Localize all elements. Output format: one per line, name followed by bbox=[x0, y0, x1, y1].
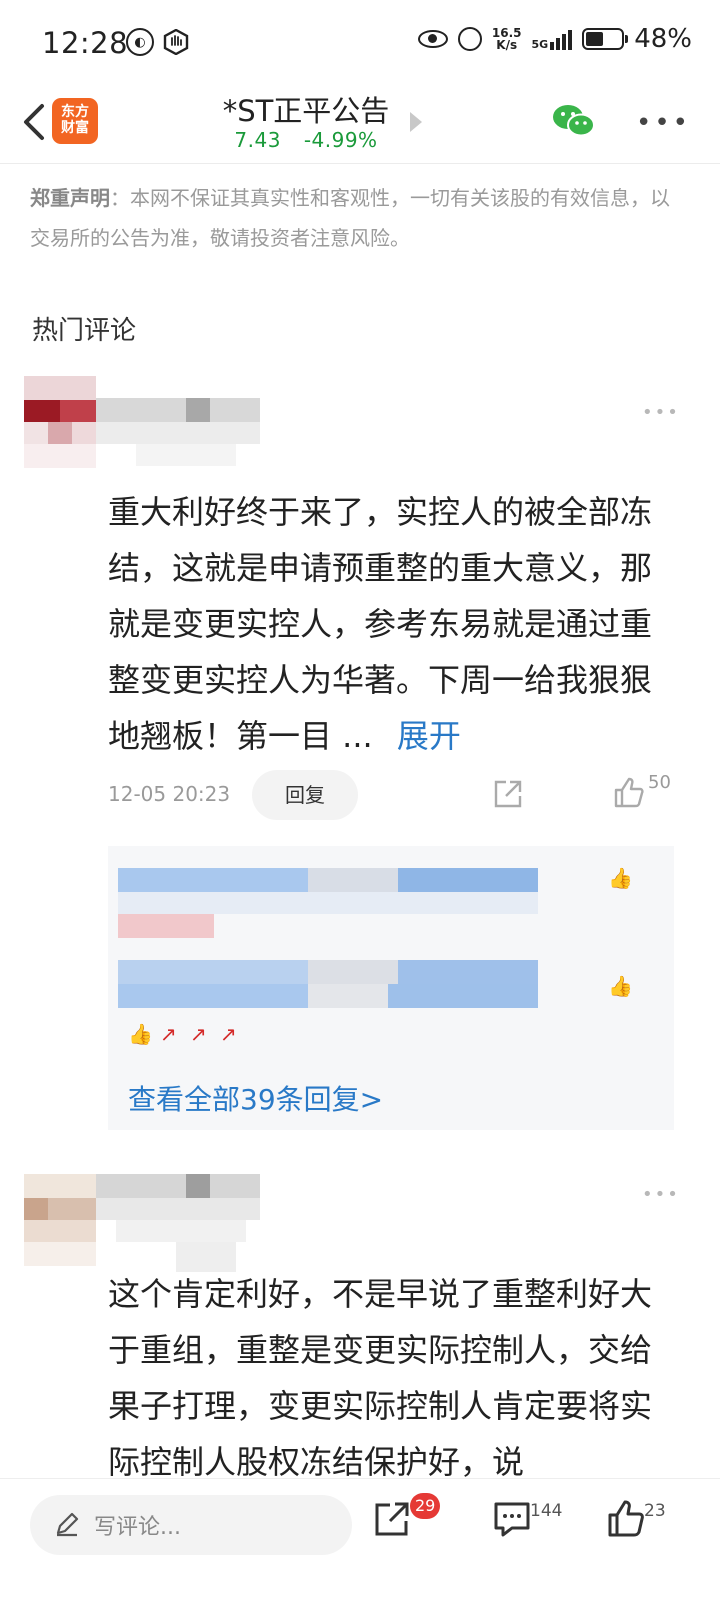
status-time: 12:28 bbox=[42, 26, 129, 60]
likes-count: 23 bbox=[644, 1501, 666, 1521]
stock-change: -4.99% bbox=[303, 128, 378, 152]
share-badge: 29 bbox=[410, 1493, 441, 1519]
stock-quote: 7.43 -4.99% bbox=[0, 128, 612, 152]
reply-line-1b bbox=[118, 914, 214, 938]
comment-text: 重大利好终于来了，实控人的被全部冻结，这就是申请预重整的重大意义，那就是变更实控… bbox=[108, 493, 653, 755]
like-count: 50 bbox=[648, 772, 671, 793]
comment-bubble-icon bbox=[494, 1502, 530, 1537]
comment-placeholder: 写评论... bbox=[94, 1515, 181, 1540]
comment-body[interactable]: 这个肯定利好，不是早说了重整利好大于重组，重整是变更实际控制人，交给果子打理，变… bbox=[108, 1266, 683, 1478]
thumbs-up-icon: 👍 bbox=[128, 1022, 153, 1046]
net-speed: 16.5 K/s bbox=[492, 27, 522, 51]
share-icon bbox=[375, 1502, 409, 1536]
rising-arrow-icon: ↗ bbox=[160, 1022, 177, 1046]
more-options-icon[interactable]: ••• bbox=[636, 108, 691, 138]
rising-arrow-icon: ↗ bbox=[190, 1022, 207, 1046]
view-all-replies-link[interactable]: 查看全部39条回复> bbox=[128, 1078, 383, 1118]
signal: 5G bbox=[532, 28, 573, 50]
stock-price: 7.43 bbox=[234, 128, 281, 152]
disclaimer-label: 郑重声明 bbox=[30, 186, 110, 210]
eye-comfort-icon bbox=[417, 30, 448, 48]
data-saver-icon: ◐ bbox=[126, 28, 154, 56]
thumbs-up-icon: 👍 bbox=[608, 866, 633, 890]
thumbs-up-icon: 👍 bbox=[608, 974, 633, 998]
reply-line-2 bbox=[118, 960, 538, 1008]
status-bar: 12:28 ◐ 16.5 K/s 5G 48% bbox=[0, 0, 720, 88]
page-title: *ST正平公告 bbox=[222, 94, 390, 128]
reply-line-1 bbox=[118, 868, 538, 914]
avatar[interactable] bbox=[24, 376, 96, 468]
thumbs-up-icon bbox=[608, 1500, 644, 1537]
username[interactable] bbox=[96, 398, 260, 468]
status-right-icons: 16.5 K/s 5G 48% bbox=[417, 24, 692, 54]
forward-button[interactable] bbox=[372, 1499, 412, 1539]
status-left-icons: ◐ bbox=[126, 28, 190, 56]
nav-bar: 东方 财富 *ST正平公告 7.43 -4.99% ••• bbox=[0, 88, 720, 164]
avatar[interactable] bbox=[24, 1174, 96, 1266]
battery-icon bbox=[582, 28, 629, 50]
alarm-icon bbox=[457, 27, 482, 51]
comment-time: 12-05 20:23 bbox=[108, 782, 231, 806]
like-button[interactable] bbox=[606, 1499, 646, 1539]
signal-bars-icon bbox=[550, 28, 573, 50]
network-type: 5G bbox=[531, 38, 549, 51]
disclaimer-text: ：本网不保证其真实性和客观性，一切有关该股的有效信息，以交易所的公告为准，敬请投… bbox=[30, 186, 670, 250]
wechat-share-icon[interactable] bbox=[552, 102, 596, 140]
like-icon[interactable] bbox=[612, 776, 646, 810]
disclaimer: 郑重声明：本网不保证其真实性和客观性，一切有关该股的有效信息，以交易所的公告为准… bbox=[30, 178, 680, 258]
comment-input[interactable]: 写评论... bbox=[30, 1495, 352, 1555]
net-speed-unit: K/s bbox=[496, 38, 518, 52]
comments-count: 144 bbox=[530, 1501, 563, 1521]
comment-more-icon[interactable]: ••• bbox=[642, 1184, 680, 1205]
hand-icon bbox=[162, 28, 190, 56]
section-title: 热门评论 bbox=[32, 316, 137, 346]
comment-more-icon[interactable]: ••• bbox=[642, 402, 680, 423]
share-icon[interactable] bbox=[492, 778, 524, 810]
battery-percent: 48% bbox=[634, 24, 692, 54]
reply-button[interactable]: 回复 bbox=[252, 770, 358, 820]
comment-body[interactable]: 重大利好终于来了，实控人的被全部冻结，这就是申请预重整的重大意义，那就是变更实控… bbox=[108, 484, 683, 764]
expand-link[interactable]: 展开 bbox=[397, 717, 461, 755]
comments-button[interactable] bbox=[492, 1499, 532, 1539]
comment-text: 这个肯定利好，不是早说了重整利好大于重组，重整是变更实际控制人，交给果子打理，变… bbox=[108, 1275, 653, 1478]
pencil-icon bbox=[56, 1512, 79, 1537]
battery-fill bbox=[586, 32, 603, 46]
rising-arrow-icon: ↗ bbox=[220, 1022, 237, 1046]
bottom-action-bar: 写评论... 29 144 23 bbox=[0, 1478, 720, 1604]
play-triangle-icon[interactable] bbox=[410, 112, 422, 132]
